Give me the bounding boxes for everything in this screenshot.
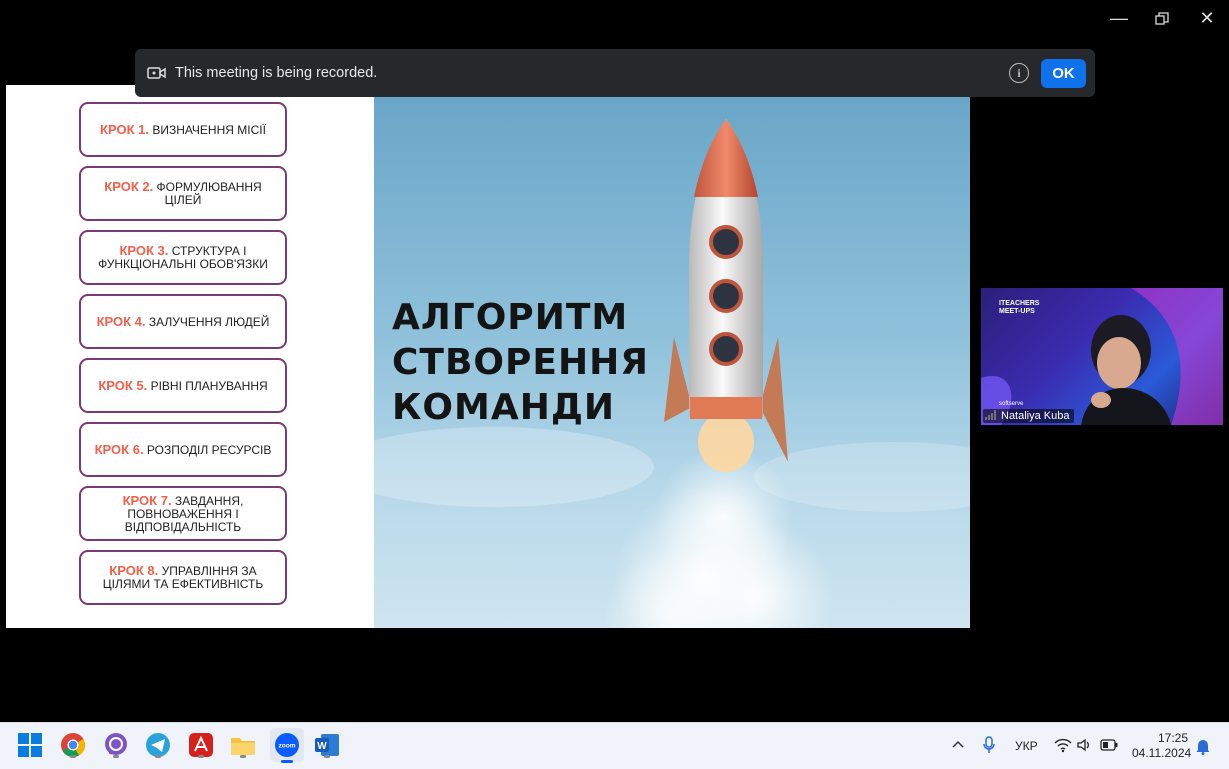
microphone-icon[interactable] xyxy=(982,736,996,757)
file-explorer-icon[interactable] xyxy=(230,732,258,760)
word-icon[interactable]: W xyxy=(314,732,342,760)
volume-icon[interactable] xyxy=(1076,737,1092,756)
show-hidden-icons-icon[interactable] xyxy=(951,737,965,754)
close-icon[interactable]: ✕ xyxy=(1192,8,1222,29)
language-indicator[interactable]: УКР xyxy=(1015,739,1038,753)
clock[interactable]: 17:25 04.11.2024 xyxy=(1132,731,1192,761)
participant-video[interactable]: ITEACHERS MEET-UPS softserve Nataliya Kub… xyxy=(981,288,1223,425)
ok-button[interactable]: OK xyxy=(1041,58,1086,88)
slide-title: АЛГОРИТМ СТВОРЕННЯ КОМАНДИ xyxy=(392,297,649,428)
participant-name: Nataliya Kuba xyxy=(983,409,1074,423)
taskbar: zoom W УКР 17:25 04.11.2024 xyxy=(0,722,1229,769)
brand-label: softserve xyxy=(999,401,1024,407)
step-2: КРОК 2. ФОРМУЛЮВАННЯ ЦІЛЕЙ xyxy=(79,166,287,221)
clock-date: 04.11.2024 xyxy=(1132,746,1192,760)
svg-text:W: W xyxy=(317,741,327,752)
info-icon[interactable]: i xyxy=(1009,63,1029,83)
meetup-logo: ITEACHERS MEET-UPS xyxy=(999,300,1040,315)
minimize-icon[interactable]: — xyxy=(1104,8,1134,29)
step-7: КРОК 7. ЗАВДАННЯ, ПОВНОВАЖЕННЯ І ВІДПОВІ… xyxy=(79,486,287,541)
step-1: КРОК 1. ВИЗНАЧЕННЯ МІСІЇ xyxy=(79,102,287,157)
telegram-icon[interactable] xyxy=(145,732,173,760)
step-4: КРОК 4. ЗАЛУЧЕННЯ ЛЮДЕЙ xyxy=(79,294,287,349)
step-6: КРОК 6. РОЗПОДІЛ РЕСУРСІВ xyxy=(79,422,287,477)
viber-icon[interactable] xyxy=(103,732,131,760)
windows-start-icon[interactable] xyxy=(17,732,45,760)
restore-icon[interactable] xyxy=(1147,8,1177,31)
step-8: КРОК 8. УПРАВЛІННЯ ЗА ЦІЛЯМИ ТА ЕФЕКТИВН… xyxy=(79,550,287,605)
step-3: КРОК 3. СТРУКТУРА І ФУНКЦІОНАЛЬНІ ОБОВ'Я… xyxy=(79,230,287,285)
step-5: КРОК 5. РІВНІ ПЛАНУВАННЯ xyxy=(79,358,287,413)
recording-message: This meeting is being recorded. xyxy=(175,65,378,81)
zoom-icon[interactable]: zoom xyxy=(270,728,304,763)
wifi-icon[interactable] xyxy=(1054,737,1072,756)
clock-time: 17:25 xyxy=(1157,731,1188,745)
video-camera-icon xyxy=(147,67,166,79)
battery-icon[interactable] xyxy=(1100,738,1118,755)
acrobat-icon[interactable] xyxy=(188,732,216,760)
svg-text:zoom: zoom xyxy=(279,743,296,750)
shared-screen-slide: КРОК 1. ВИЗНАЧЕННЯ МІСІЇ КРОК 2. ФОРМУЛЮ… xyxy=(6,85,970,628)
notification-bell-icon[interactable] xyxy=(1195,737,1211,758)
recording-banner: This meeting is being recorded. i OK xyxy=(135,49,1095,97)
chrome-icon[interactable] xyxy=(60,732,88,760)
